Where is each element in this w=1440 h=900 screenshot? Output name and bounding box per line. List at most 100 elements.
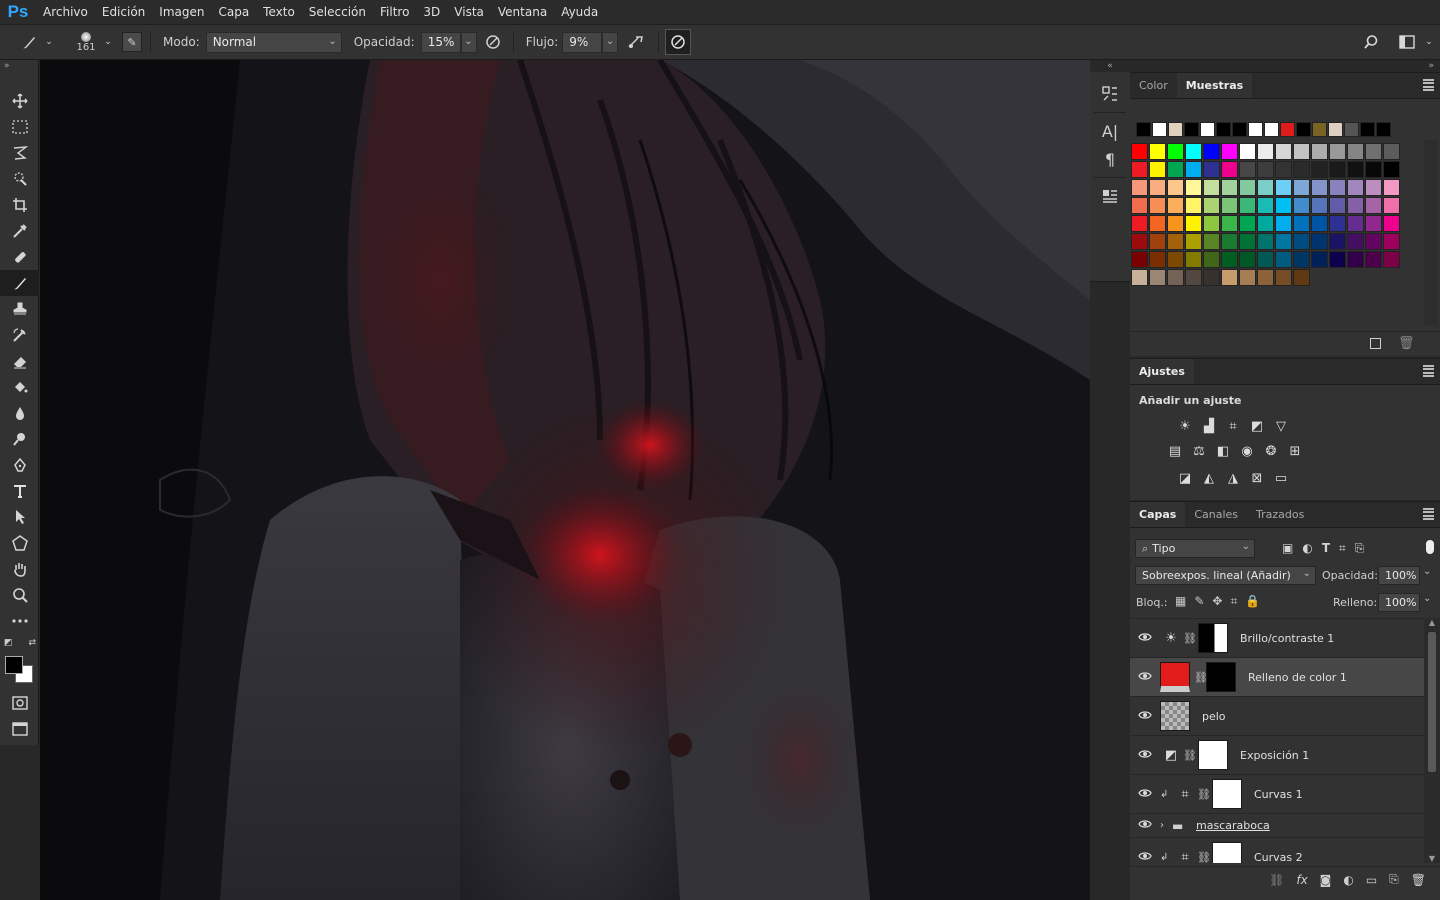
quick-selection-tool-icon[interactable] xyxy=(0,166,39,192)
color-swatch[interactable] xyxy=(1185,215,1202,232)
tab-layers[interactable]: Capas xyxy=(1130,502,1186,527)
pressure-opacity-icon[interactable] xyxy=(477,33,509,51)
color-swatch[interactable] xyxy=(1293,269,1310,286)
color-swatch[interactable] xyxy=(1149,179,1166,196)
layers-scrollbar[interactable]: ▲ ▼ xyxy=(1424,618,1440,863)
fill-color-thumbnail[interactable] xyxy=(1160,662,1190,692)
color-swatch[interactable] xyxy=(1275,251,1292,268)
recent-swatch[interactable] xyxy=(1232,122,1247,137)
menu-capa[interactable]: Capa xyxy=(211,0,256,25)
color-swatch[interactable] xyxy=(1257,143,1274,160)
layer-name[interactable]: Relleno de color 1 xyxy=(1248,671,1347,684)
color-swatch[interactable] xyxy=(1203,233,1220,250)
chevron-down-icon[interactable]: ⌄ xyxy=(1422,37,1436,47)
layer-opacity-input[interactable]: 100% xyxy=(1378,566,1420,585)
gradient-map-icon[interactable]: ▭ xyxy=(1272,469,1290,487)
menu-vista[interactable]: Vista xyxy=(447,0,491,25)
color-swatch[interactable] xyxy=(1257,197,1274,214)
filter-type-icon[interactable]: T xyxy=(1322,541,1330,556)
color-swatch[interactable] xyxy=(1293,197,1310,214)
color-swatch[interactable] xyxy=(1239,197,1256,214)
chevron-down-icon[interactable]: ⌄ xyxy=(1423,593,1431,604)
color-swatch[interactable] xyxy=(1293,161,1310,178)
recent-swatch[interactable] xyxy=(1312,122,1327,137)
color-swatch[interactable] xyxy=(1203,269,1220,286)
shape-tool-icon[interactable] xyxy=(0,530,39,556)
color-swatch[interactable] xyxy=(1275,179,1292,196)
color-swatch[interactable] xyxy=(1149,251,1166,268)
recent-swatch[interactable] xyxy=(1264,122,1279,137)
color-balance-icon[interactable]: ⚖ xyxy=(1190,442,1208,460)
tab-adjustments[interactable]: Ajustes xyxy=(1130,359,1194,384)
default-colors-icon[interactable]: ◩ xyxy=(4,638,13,648)
color-swatch[interactable] xyxy=(1275,233,1292,250)
layer-filter-select[interactable]: ⌕ Tipo ⌄ xyxy=(1135,539,1255,558)
color-swatch[interactable] xyxy=(1239,269,1256,286)
zoom-tool-icon[interactable] xyxy=(0,582,39,608)
layer-name[interactable]: Curvas 1 xyxy=(1254,788,1303,801)
color-swatch[interactable] xyxy=(1203,197,1220,214)
menu-imagen[interactable]: Imagen xyxy=(152,0,211,25)
fill-input[interactable]: 100% xyxy=(1378,593,1420,612)
lock-artboard-icon[interactable]: ⌗ xyxy=(1230,594,1237,609)
brush-tool-icon[interactable] xyxy=(0,270,39,296)
color-swatch[interactable] xyxy=(1203,161,1220,178)
tab-paths[interactable]: Trazados xyxy=(1247,502,1313,527)
airbrush-icon[interactable] xyxy=(618,33,654,51)
color-swatch[interactable] xyxy=(1275,143,1292,160)
color-swatch[interactable] xyxy=(1131,251,1148,268)
color-swatch[interactable] xyxy=(1185,179,1202,196)
color-swatch[interactable] xyxy=(1383,215,1400,232)
type-tool-icon[interactable] xyxy=(0,478,39,504)
color-swatch[interactable] xyxy=(1203,143,1220,160)
path-selection-tool-icon[interactable] xyxy=(0,504,39,530)
swap-icon[interactable]: ⇄ xyxy=(28,638,36,648)
recent-swatch[interactable] xyxy=(1248,122,1263,137)
color-swatch[interactable] xyxy=(1329,161,1346,178)
color-swatch[interactable] xyxy=(1239,161,1256,178)
lock-pixels-icon[interactable]: ✎ xyxy=(1194,594,1204,609)
tab-color[interactable]: Color xyxy=(1130,73,1177,98)
color-swatch[interactable] xyxy=(1167,251,1184,268)
bucket-tool-icon[interactable] xyxy=(0,374,39,400)
color-swatch[interactable] xyxy=(1185,251,1202,268)
brightness-icon[interactable]: ☀ xyxy=(1176,417,1194,435)
opacity-input[interactable]: 15% xyxy=(420,31,461,53)
color-swatch[interactable] xyxy=(1293,233,1310,250)
chevron-down-icon[interactable]: ⌄ xyxy=(1423,566,1431,577)
color-swatch[interactable] xyxy=(1347,215,1364,232)
history-brush-tool-icon[interactable] xyxy=(0,322,39,348)
color-swatch[interactable] xyxy=(1239,215,1256,232)
color-swatch[interactable] xyxy=(1293,251,1310,268)
pressure-size-icon[interactable] xyxy=(665,29,692,55)
color-swatch[interactable] xyxy=(1383,251,1400,268)
chevron-down-icon[interactable]: ⌄ xyxy=(102,37,114,47)
color-swatch[interactable] xyxy=(1167,215,1184,232)
toolbar-collapse-icon[interactable]: » xyxy=(0,60,38,72)
layer-row[interactable]: pelo xyxy=(1130,697,1424,736)
filter-toggle-icon[interactable] xyxy=(1426,540,1434,554)
layer-mask-thumbnail[interactable] xyxy=(1212,779,1242,809)
add-mask-icon[interactable]: ◙ xyxy=(1320,873,1332,887)
menu-ventana[interactable]: Ventana xyxy=(491,0,554,25)
filter-adjustment-icon[interactable]: ◐ xyxy=(1302,541,1312,556)
menu-selecci-n[interactable]: Selección xyxy=(302,0,373,25)
color-swatch[interactable] xyxy=(1311,251,1328,268)
link-icon[interactable]: ⛓ xyxy=(1196,788,1212,801)
color-swatch[interactable] xyxy=(1185,233,1202,250)
exposure-icon[interactable]: ◩ xyxy=(1248,417,1266,435)
visibility-eye-icon[interactable] xyxy=(1130,818,1160,833)
stamp-tool-icon[interactable] xyxy=(0,296,39,322)
link-icon[interactable]: ⛓ xyxy=(1182,749,1198,762)
collapse-arrows-icon[interactable]: « xyxy=(1090,60,1130,72)
recent-swatch[interactable] xyxy=(1200,122,1215,137)
color-swatch[interactable] xyxy=(1329,179,1346,196)
color-swatch[interactable] xyxy=(1185,161,1202,178)
color-swatch[interactable] xyxy=(1239,143,1256,160)
color-swatch[interactable] xyxy=(1131,233,1148,250)
brush-panel-icon[interactable]: ✎ xyxy=(122,32,142,52)
color-swatch[interactable] xyxy=(1329,251,1346,268)
color-swatch[interactable] xyxy=(1149,197,1166,214)
curves-icon[interactable]: ⌗ xyxy=(1224,417,1242,435)
lasso-tool-icon[interactable] xyxy=(0,140,39,166)
